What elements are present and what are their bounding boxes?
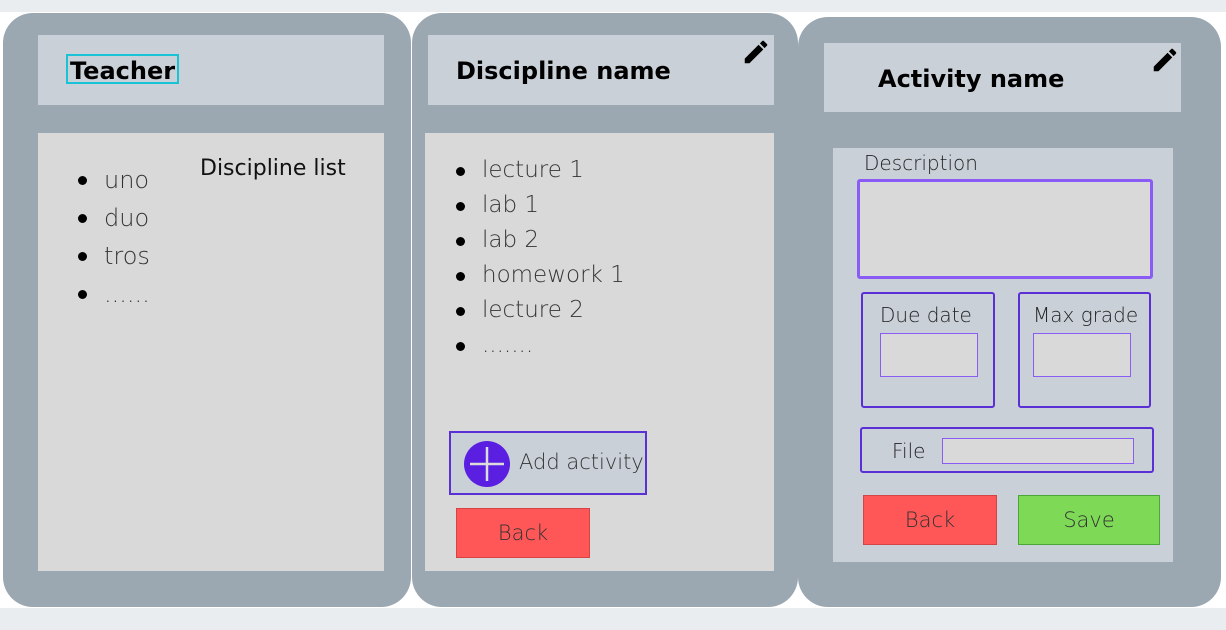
description-label: Description <box>864 151 978 175</box>
activity-item[interactable]: lab 2 <box>456 223 625 258</box>
discipline-back-button[interactable]: Back <box>456 508 590 558</box>
add-activity-label: Add activity <box>519 450 644 474</box>
due-date-group: Due date <box>861 292 995 408</box>
activity-item[interactable]: ....... <box>456 328 625 363</box>
discipline-item[interactable]: uno <box>78 161 150 199</box>
activity-list: lecture 1 lab 1 lab 2 homework 1 lecture… <box>456 153 625 363</box>
discipline-list: uno duo tros ...... <box>78 161 150 313</box>
add-activity-button[interactable]: Add activity <box>449 431 647 495</box>
bottom-strip <box>0 608 1226 630</box>
pencil-icon[interactable] <box>741 37 771 67</box>
discipline-item[interactable]: duo <box>78 199 150 237</box>
activity-item[interactable]: lecture 2 <box>456 293 625 328</box>
activity-title: Activity name <box>878 65 1065 93</box>
file-label: File <box>892 439 926 463</box>
description-input[interactable] <box>857 179 1153 279</box>
pencil-icon[interactable] <box>1150 45 1180 75</box>
activity-item[interactable]: homework 1 <box>456 258 625 293</box>
due-date-input[interactable] <box>880 333 978 377</box>
discipline-item[interactable]: ...... <box>78 275 150 313</box>
discipline-item[interactable]: tros <box>78 237 150 275</box>
discipline-list-heading: Discipline list <box>200 156 346 181</box>
save-button[interactable]: Save <box>1018 495 1160 545</box>
discipline-title: Discipline name <box>456 57 671 85</box>
activity-back-button[interactable]: Back <box>863 495 997 545</box>
file-group: File <box>860 427 1154 473</box>
max-grade-input[interactable] <box>1033 333 1131 377</box>
file-input[interactable] <box>942 438 1134 464</box>
teacher-title[interactable]: Teacher <box>66 54 180 85</box>
plus-circle-icon <box>464 441 510 487</box>
due-date-label: Due date <box>880 303 972 327</box>
max-grade-group: Max grade <box>1018 292 1151 408</box>
max-grade-label: Max grade <box>1033 303 1139 327</box>
activity-item[interactable]: lab 1 <box>456 188 625 223</box>
activity-item[interactable]: lecture 1 <box>456 153 625 188</box>
teacher-title-text: Teacher <box>70 57 176 85</box>
